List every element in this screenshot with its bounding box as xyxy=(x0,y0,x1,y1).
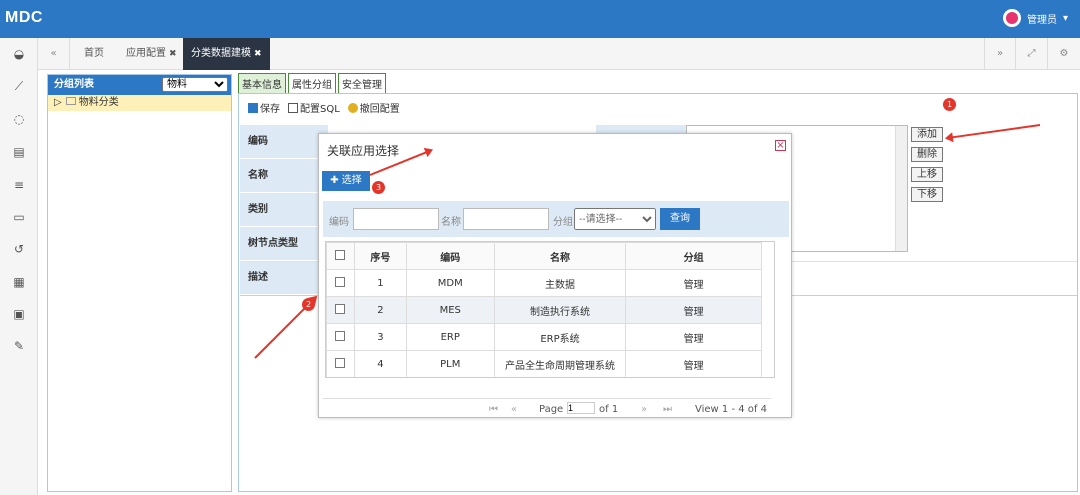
top-bar: MDC 管理员 ▾ xyxy=(0,0,1080,38)
save-icon xyxy=(248,102,258,113)
column-header: 编码 xyxy=(405,242,495,270)
user-menu[interactable]: 管理员 ▾ xyxy=(1002,9,1068,27)
group-list-title: 分组列表 xyxy=(54,79,94,90)
select-all-checkbox[interactable] xyxy=(335,249,346,260)
dashboard-icon[interactable]: ◒ xyxy=(11,46,27,62)
row-checkbox[interactable] xyxy=(335,303,346,314)
next-page-icon[interactable]: » xyxy=(641,404,647,415)
tab-security[interactable]: 安全管理 xyxy=(338,73,386,93)
page-total: of 1 xyxy=(599,404,619,415)
user-avatar-icon xyxy=(1002,9,1021,27)
app-grid: 序号 编码 名称 分组 1 MDM 主数据 管理 2 MES 制造执行系统 管理 xyxy=(325,241,775,378)
close-icon[interactable]: ✖ xyxy=(169,49,177,59)
search-code-input[interactable] xyxy=(353,208,439,230)
chart-icon[interactable]: ⟋ xyxy=(11,78,27,94)
table-icon[interactable]: ▭ xyxy=(11,209,27,225)
row-checkbox[interactable] xyxy=(335,357,346,368)
prev-page-icon[interactable]: « xyxy=(511,404,517,415)
table-row[interactable]: 2 MES 制造执行系统 管理 xyxy=(326,296,762,324)
search-code-label: 编码 xyxy=(329,217,349,228)
table-row[interactable]: 3 ERP ERP系统 管理 xyxy=(326,323,762,351)
revoke-config-button[interactable]: 撤回配置 xyxy=(347,100,400,115)
icon-sidebar: ◒ ⟋ ◌ ▤ ≡ ▭ ↺ ▦ ▣ ✎ xyxy=(0,38,38,495)
search-name-label: 名称 xyxy=(441,217,461,228)
sub-tabs: 基本信息 属性分组 安全管理 xyxy=(238,73,386,93)
chevron-down-icon: ▾ xyxy=(1062,12,1068,24)
delete-button[interactable]: 删除 xyxy=(911,147,943,162)
row-checkbox[interactable] xyxy=(335,276,346,287)
column-header: 序号 xyxy=(353,242,407,270)
column-header: 分组 xyxy=(625,242,762,270)
search-name-input[interactable] xyxy=(463,208,549,230)
pager: ⏮ « Page of 1 » ⏭ View 1 - 4 of 4 xyxy=(323,398,771,416)
last-page-icon[interactable]: ⏭ xyxy=(663,404,672,415)
close-icon[interactable]: × xyxy=(775,140,786,151)
config-icon xyxy=(288,102,298,113)
scroll-left-icon[interactable]: « xyxy=(38,38,70,70)
tree-node[interactable]: ▷ 物料分类 xyxy=(48,95,231,111)
select-button[interactable]: ✚ 选择 xyxy=(322,171,370,191)
tab-home[interactable]: 首页 xyxy=(76,38,112,70)
wrench-icon[interactable]: ✎ xyxy=(11,338,27,354)
archive-icon[interactable]: ▣ xyxy=(11,306,27,322)
move-down-button[interactable]: 下移 xyxy=(911,187,943,202)
view-range: View 1 - 4 of 4 xyxy=(695,404,767,415)
scrollbar[interactable] xyxy=(895,126,907,251)
gear-icon[interactable]: ⚙ xyxy=(1048,38,1080,70)
add-button[interactable]: 添加 xyxy=(911,127,943,142)
scroll-right-icon[interactable]: » xyxy=(984,38,1016,70)
move-up-button[interactable]: 上移 xyxy=(911,167,943,182)
tree-node-label: 物料分类 xyxy=(78,97,119,108)
table-row[interactable]: 4 PLM 产品全生命周期管理系统 管理 xyxy=(326,350,762,377)
label-tree-node-type: 树节点类型 xyxy=(240,227,328,261)
expand-icon[interactable]: ▷ xyxy=(54,97,62,108)
save-button[interactable]: 保存 xyxy=(248,100,280,115)
page-label: Page xyxy=(539,404,564,415)
row-checkbox[interactable] xyxy=(335,330,346,341)
group-list-panel: 分组列表 物料 ▷ 物料分类 xyxy=(47,74,232,492)
close-icon[interactable]: ✖ xyxy=(254,49,262,59)
label-name: 名称 xyxy=(240,159,328,193)
tab-basic-info[interactable]: 基本信息 xyxy=(238,73,286,93)
annotation-badge-1: 1 xyxy=(943,98,956,111)
annotation-badge-3: 3 xyxy=(372,181,385,194)
undo-icon xyxy=(347,102,358,113)
user-name: 管理员 xyxy=(1026,14,1057,26)
dialog-title: 关联应用选择 xyxy=(327,144,400,158)
search-group-label: 分组 xyxy=(553,217,573,228)
column-header: 名称 xyxy=(493,242,627,270)
tab-category-modeling[interactable]: 分类数据建模 ✖ xyxy=(183,38,270,70)
query-button[interactable]: 查询 xyxy=(660,208,700,230)
database-icon[interactable]: ▤ xyxy=(11,144,27,160)
label-type: 类别 xyxy=(240,193,328,227)
app-logo: MDC xyxy=(5,9,43,26)
annotation-badge-2: 2 xyxy=(302,298,315,311)
form-labels: 编码 名称 类别 树节点类型 描述 xyxy=(240,125,328,295)
film-icon[interactable]: ▦ xyxy=(11,274,27,290)
fullscreen-icon[interactable]: ⤢ xyxy=(1016,38,1048,70)
history-icon[interactable]: ↺ xyxy=(11,241,27,257)
folder-icon xyxy=(65,97,76,105)
page-input[interactable] xyxy=(567,402,595,414)
app-select-dialog: 关联应用选择 × ✚ 选择 编码 名称 分组 --请选择-- 查询 序号 编码 … xyxy=(318,133,792,418)
first-page-icon[interactable]: ⏮ xyxy=(489,404,498,415)
toolbar: 保存 配置SQL 撤回配置 xyxy=(248,100,400,115)
loading-icon[interactable]: ◌ xyxy=(11,111,27,127)
group-select[interactable]: 物料 xyxy=(162,77,228,92)
plus-icon: ✚ xyxy=(330,175,339,186)
search-group-select[interactable]: --请选择-- xyxy=(574,208,656,230)
tab-bar: « 首页 应用配置 ✖ 分类数据建模 ✖ » ⤢ ⚙ xyxy=(38,38,1080,70)
grid-header: 序号 编码 名称 分组 xyxy=(326,242,762,270)
group-list-header: 分组列表 物料 xyxy=(48,75,231,95)
config-sql-button[interactable]: 配置SQL xyxy=(288,100,340,115)
label-description: 描述 xyxy=(240,261,328,295)
tab-attribute-groups[interactable]: 属性分组 xyxy=(288,73,336,93)
label-code: 编码 xyxy=(240,125,328,159)
tab-app-config[interactable]: 应用配置 ✖ xyxy=(118,38,185,70)
search-bar: 编码 名称 分组 --请选择-- 查询 xyxy=(323,201,789,237)
table-row[interactable]: 1 MDM 主数据 管理 xyxy=(326,269,762,297)
list-icon[interactable]: ≡ xyxy=(11,177,27,193)
